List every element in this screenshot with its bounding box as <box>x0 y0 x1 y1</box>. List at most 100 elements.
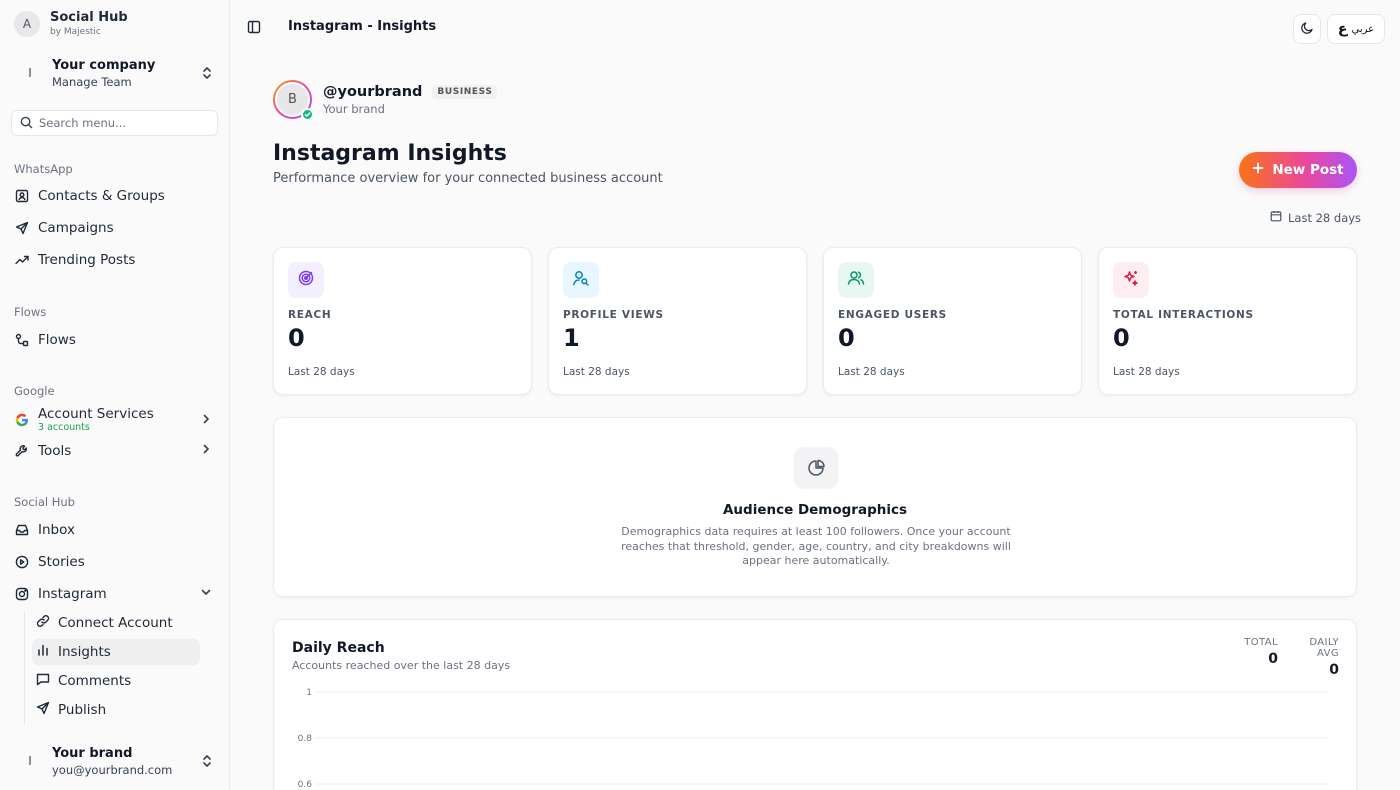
play-circle-icon <box>14 554 30 570</box>
top-bar: Instagram - Insights ع عربي <box>230 0 1400 56</box>
inbox-icon <box>14 522 30 538</box>
language-label: عربي <box>1351 23 1375 35</box>
profile-header: B @yourbrand BUSINESS Your brand <box>273 80 498 121</box>
sidebar-item-label: Insights <box>58 644 111 660</box>
contact-book-icon <box>14 188 30 204</box>
metric-icon-box <box>1113 262 1149 298</box>
panel-left-icon <box>247 19 261 38</box>
company-sub: Manage Team <box>52 74 132 89</box>
sidebar-subitem-connect[interactable]: Connect Account <box>32 610 200 636</box>
sidebar-subitem-insights[interactable]: Insights <box>32 639 200 665</box>
pie-chart-icon <box>794 447 838 489</box>
chevrons-up-down-icon <box>198 64 216 82</box>
metric-card-reach: REACH 0 Last 28 days <box>273 247 532 395</box>
daily-avg-stat: DAILY AVG 0 <box>1284 637 1339 678</box>
daily-reach-title: Daily Reach <box>292 640 385 656</box>
sidebar-item-label: Campaigns <box>38 220 114 236</box>
search-input[interactable] <box>39 116 209 130</box>
profile-avatar: B <box>273 80 314 121</box>
chevron-down-icon <box>200 586 212 602</box>
section-label-social: Social Hub <box>14 495 75 509</box>
metric-card-total-interactions: TOTAL INTERACTIONS 0 Last 28 days <box>1098 247 1357 395</box>
new-post-label: New Post <box>1272 162 1344 178</box>
sidebar-item-tools[interactable]: Tools <box>10 437 220 465</box>
sidebar-item-flows[interactable]: Flows <box>10 326 220 354</box>
sparkles-icon <box>1122 269 1140 291</box>
page-breadcrumb: Instagram - Insights <box>288 19 437 34</box>
company-avatar: I <box>28 66 32 80</box>
sidebar-item-instagram[interactable]: Instagram <box>10 580 220 608</box>
sidebar-item-label: Account Services <box>38 406 154 422</box>
user-menu[interactable]: I Your brand you@yourbrand.com <box>10 739 220 783</box>
sidebar-item-account-services[interactable]: Account Services 3 accounts <box>10 405 220 435</box>
sidebar-item-label: Tools <box>38 443 72 459</box>
chevrons-up-down-icon <box>198 752 216 770</box>
theme-toggle-button[interactable] <box>1293 14 1321 44</box>
metric-value: 0 <box>288 324 305 352</box>
metric-icon-box <box>838 262 874 298</box>
daily-reach-card: Daily Reach Accounts reached over the la… <box>273 619 1357 790</box>
main-content: B @yourbrand BUSINESS Your brand Instagr… <box>230 56 1400 790</box>
section-label-google: Google <box>14 384 55 398</box>
sidebar-toggle-button[interactable] <box>244 18 264 38</box>
sidebar-item-label: Instagram <box>38 586 107 602</box>
page-subtitle: Performance overview for your connected … <box>273 171 663 186</box>
verified-check-icon <box>301 108 314 121</box>
profile-handle: @yourbrand <box>323 83 423 100</box>
company-switcher[interactable]: I Your company Manage Team <box>10 51 220 95</box>
account-type-badge: BUSINESS <box>432 84 498 99</box>
date-range[interactable]: Last 28 days <box>1270 210 1361 225</box>
section-label-flows: Flows <box>14 305 47 319</box>
company-name: Your company <box>52 57 156 73</box>
sidebar-subitem-comments[interactable]: Comments <box>32 668 200 694</box>
y-tick-label: 0.8 <box>298 734 313 744</box>
date-range-label: Last 28 days <box>1288 210 1362 225</box>
sidebar-item-trending[interactable]: Trending Posts <box>10 246 220 274</box>
sidebar-item-campaigns[interactable]: Campaigns <box>10 214 220 242</box>
metric-card-engaged-users: ENGAGED USERS 0 Last 28 days <box>823 247 1082 395</box>
message-square-icon <box>36 672 50 690</box>
metric-value: 0 <box>838 324 855 352</box>
sidebar-item-label: Inbox <box>38 522 75 538</box>
metric-label: ENGAGED USERS <box>838 309 947 321</box>
send-icon <box>14 220 30 236</box>
arabic-letter-icon: ع <box>1337 21 1348 37</box>
user-name: Your brand <box>52 745 133 761</box>
chevron-right-icon <box>200 413 212 429</box>
sidebar-subitem-publish[interactable]: Publish <box>32 697 200 723</box>
user-search-icon <box>572 269 590 291</box>
new-post-button[interactable]: New Post <box>1239 152 1357 188</box>
bar-chart-icon <box>36 643 50 661</box>
moon-icon <box>1300 20 1314 39</box>
user-avatar: I <box>28 754 32 768</box>
instagram-icon <box>14 586 30 602</box>
metric-footer: Last 28 days <box>838 366 905 378</box>
user-email: you@yourbrand.com <box>52 762 173 777</box>
total-label: TOTAL <box>1244 637 1278 648</box>
trending-up-icon <box>14 252 30 268</box>
metric-icon-box <box>288 262 324 298</box>
sidebar-item-label: Trending Posts <box>38 252 136 268</box>
submenu-divider <box>24 612 25 724</box>
demographics-text: Demographics data requires at least 100 … <box>621 525 1011 567</box>
workflow-icon <box>14 332 30 348</box>
audience-demographics-card: Audience Demographics Demographics data … <box>273 417 1357 597</box>
sidebar-item-stories[interactable]: Stories <box>10 548 220 576</box>
page-title: Instagram Insights <box>273 141 507 166</box>
sidebar-item-label: Contacts & Groups <box>38 188 165 204</box>
language-toggle-button[interactable]: ع عربي <box>1327 14 1385 44</box>
account-count: 3 accounts <box>38 422 90 433</box>
profile-name: Your brand <box>323 101 385 116</box>
brand-header[interactable]: A Social Hub by Majestic <box>14 10 128 38</box>
daily-reach-chart: 1 0.8 0.6 <box>298 688 1328 790</box>
demographics-title: Audience Demographics <box>722 502 908 518</box>
sidebar-item-contacts[interactable]: Contacts & Groups <box>10 182 220 210</box>
brand-avatar: A <box>14 11 40 37</box>
sidebar-item-inbox[interactable]: Inbox <box>10 516 220 544</box>
menu-search[interactable] <box>11 110 218 136</box>
calendar-icon <box>1270 210 1282 225</box>
search-icon <box>20 114 33 133</box>
sidebar-item-label: Connect Account <box>58 615 173 631</box>
sidebar-item-label: Publish <box>58 702 107 718</box>
metric-label: REACH <box>288 309 332 321</box>
